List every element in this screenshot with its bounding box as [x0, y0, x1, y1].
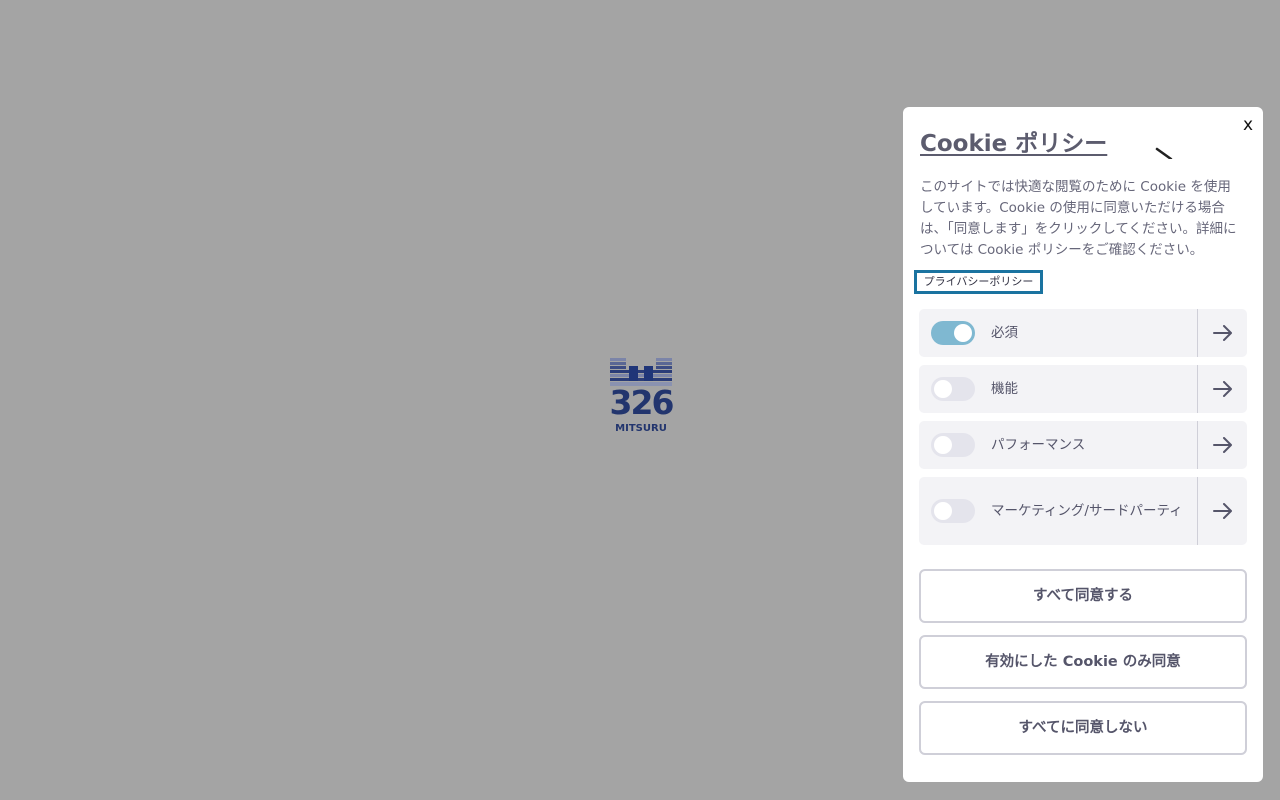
- reject-all-button[interactable]: すべてに同意しない: [919, 701, 1247, 755]
- toggle-knob: [934, 436, 952, 454]
- category-label: パフォーマンス: [991, 437, 1086, 453]
- toggle-necessary[interactable]: [931, 321, 975, 345]
- toggle-performance[interactable]: [931, 433, 975, 457]
- toggle-knob: [954, 324, 972, 342]
- expand-necessary-button[interactable]: [1198, 309, 1247, 357]
- arrow-right-icon: [1212, 437, 1232, 453]
- toggle-knob: [934, 502, 952, 520]
- category-marketing: マーケティング/サードパーティ: [919, 477, 1247, 545]
- arrow-right-icon: [1212, 325, 1232, 341]
- category-label: 必須: [991, 325, 1018, 341]
- arrow-right-icon: [1212, 503, 1232, 519]
- logo-wordmark: MITSURU: [615, 423, 667, 434]
- logo-number: 326: [609, 383, 675, 422]
- accept-all-button[interactable]: すべて同意する: [919, 569, 1247, 623]
- cookie-description: このサイトでは快適な閲覧のために Cookie を使用しています。Cookie …: [920, 179, 1237, 258]
- category-functional: 機能: [919, 365, 1247, 413]
- privacy-policy-link[interactable]: プライバシーポリシー: [914, 270, 1043, 294]
- category-performance: パフォーマンス: [919, 421, 1247, 469]
- toggle-knob: [934, 380, 952, 398]
- expand-functional-button[interactable]: [1198, 365, 1247, 413]
- site-logo: 326 MITSURU: [609, 358, 675, 434]
- arrow-right-icon: [1212, 381, 1232, 397]
- category-label: 機能: [991, 381, 1018, 397]
- toggle-marketing[interactable]: [931, 499, 975, 523]
- category-label: マーケティング/サードパーティ: [991, 503, 1183, 519]
- accept-selected-button[interactable]: 有効にした Cookie のみ同意: [919, 635, 1247, 689]
- expand-marketing-button[interactable]: [1198, 477, 1247, 545]
- close-button[interactable]: x: [1243, 115, 1253, 135]
- expand-performance-button[interactable]: [1198, 421, 1247, 469]
- toggle-functional[interactable]: [931, 377, 975, 401]
- cookie-consent-panel: x Cookie ポリシー このサイトでは快適な閲覧のために Cookie を使…: [903, 107, 1263, 782]
- category-necessary: 必須: [919, 309, 1247, 357]
- title-swoosh-icon: [1155, 147, 1173, 159]
